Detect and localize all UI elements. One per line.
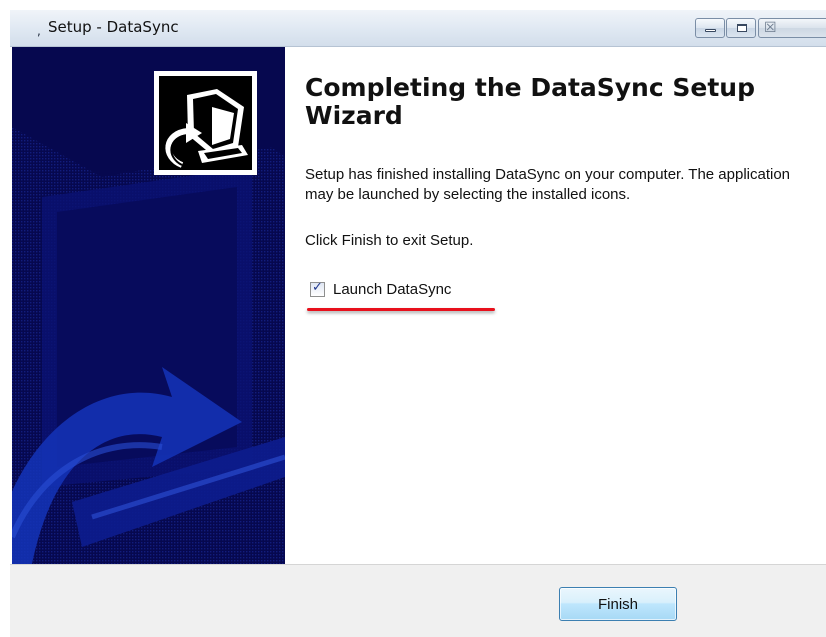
- wizard-banner-image: [12, 47, 285, 564]
- app-icon: ,: [37, 24, 41, 38]
- finish-button[interactable]: Finish: [559, 587, 677, 621]
- close-button[interactable]: ☒: [758, 18, 826, 38]
- page-heading: Completing the DataSync Setup Wizard: [305, 73, 755, 130]
- highlight-underline: [307, 308, 495, 311]
- maximize-icon: [737, 24, 747, 32]
- launch-checkbox-label[interactable]: Launch DataSync: [333, 281, 451, 298]
- launch-checkbox[interactable]: ✓: [310, 279, 325, 297]
- banner-artwork: [12, 47, 285, 564]
- title-bar[interactable]: , Setup - DataSync ☒: [10, 10, 826, 47]
- maximize-button[interactable]: [726, 18, 756, 38]
- finish-instruction: Click Finish to exit Setup.: [305, 232, 474, 249]
- setup-window: , Setup - DataSync ☒ Completing the Data…: [0, 0, 826, 637]
- window-title: Setup - DataSync: [48, 18, 179, 36]
- launch-option[interactable]: ✓ Launch DataSync: [310, 279, 451, 299]
- completion-message: Setup has finished installing DataSync o…: [305, 166, 791, 203]
- close-icon: ☒: [764, 20, 777, 36]
- button-bar: Finish: [10, 564, 826, 637]
- checkmark-icon: ✓: [312, 279, 323, 295]
- minimize-button[interactable]: [695, 18, 725, 38]
- minimize-icon: [705, 29, 716, 32]
